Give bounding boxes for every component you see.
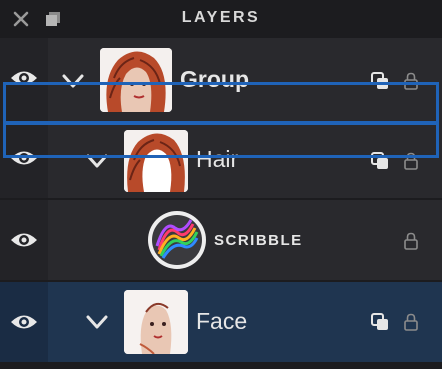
panel-title: LAYERS bbox=[181, 9, 261, 26]
chevron-down-icon[interactable] bbox=[86, 315, 108, 329]
lock-icon[interactable] bbox=[404, 232, 418, 250]
scribble-effect-icon bbox=[147, 210, 207, 270]
lock-icon[interactable] bbox=[404, 313, 418, 331]
panel-header: LAYERS bbox=[0, 0, 442, 38]
layer-row-face[interactable]: Face bbox=[0, 282, 442, 362]
layer-row-scribble[interactable]: SCRIBBLE bbox=[0, 200, 442, 280]
layer-name: Face bbox=[196, 308, 248, 334]
layers-panel: LAYERS Group Hair SCRIBBLE Face bbox=[0, 0, 442, 369]
layer-name: SCRIBBLE bbox=[214, 232, 303, 249]
drag-target-outline bbox=[3, 122, 439, 158]
eye-icon[interactable] bbox=[10, 312, 38, 332]
eye-icon[interactable] bbox=[10, 230, 38, 250]
layer-thumbnail bbox=[124, 290, 188, 354]
drag-target-outline bbox=[3, 82, 439, 124]
clipping-mask-icon[interactable] bbox=[370, 312, 390, 332]
